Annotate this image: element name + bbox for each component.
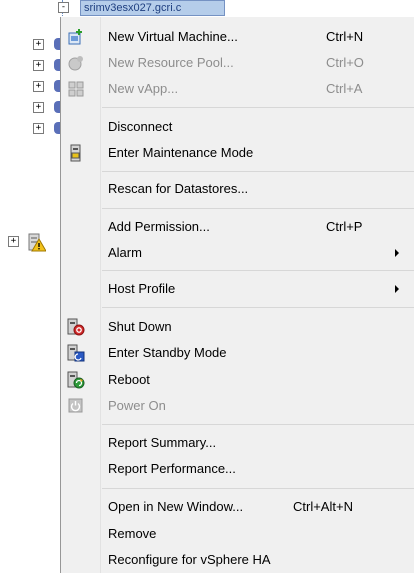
- menu-item-disconnect[interactable]: Disconnect: [61, 114, 414, 139]
- tree-expander-5[interactable]: +: [33, 123, 44, 134]
- menu-separator: [102, 270, 414, 271]
- menu-item-label: Power On: [108, 398, 166, 413]
- menu-item-label: Enter Maintenance Mode: [108, 145, 254, 160]
- submenu-arrow-icon: [395, 285, 399, 293]
- vapp-icon: [68, 81, 84, 97]
- menu-item-power-on[interactable]: Power On: [61, 393, 414, 418]
- context-menu: New Virtual Machine... Ctrl+N New Resour…: [60, 17, 414, 573]
- menu-item-label: Reconfigure for vSphere HA: [108, 552, 271, 567]
- tree-expander-4[interactable]: +: [33, 102, 44, 113]
- menu-item-enter-standby-mode[interactable]: Enter Standby Mode: [61, 340, 414, 365]
- host-warning-icon: [28, 233, 46, 252]
- menu-item-label: Add Permission...: [108, 219, 210, 234]
- menu-item-label: Shut Down: [108, 319, 172, 334]
- maintenance-icon: [70, 144, 81, 162]
- menu-item-report-summary[interactable]: Report Summary...: [61, 430, 414, 455]
- menu-separator: [102, 107, 414, 108]
- menu-item-shortcut: Ctrl+N: [326, 29, 364, 44]
- new-vm-icon: [68, 29, 82, 45]
- submenu-arrow-icon: [395, 249, 399, 257]
- menu-item-alarm[interactable]: Alarm: [61, 240, 414, 265]
- menu-item-label: Enter Standby Mode: [108, 345, 227, 360]
- tree-expander-2[interactable]: +: [33, 60, 44, 71]
- menu-item-label: Alarm: [108, 245, 142, 260]
- menu-item-shortcut: Ctrl+O: [326, 55, 364, 70]
- menu-item-label: Host Profile: [108, 281, 176, 296]
- menu-item-shut-down[interactable]: Shut Down: [61, 314, 414, 339]
- menu-item-remove[interactable]: Remove: [61, 521, 414, 546]
- menu-separator: [102, 488, 414, 489]
- tree-expander-root[interactable]: -: [58, 2, 69, 13]
- menu-item-label: New Resource Pool...: [108, 55, 234, 70]
- selected-host-label[interactable]: srimv3esx027.gcri.c: [80, 0, 225, 16]
- tree-expander-1[interactable]: +: [33, 39, 44, 50]
- menu-item-open-in-new-window[interactable]: Open in New Window... Ctrl+Alt+N: [61, 494, 414, 519]
- menu-item-shortcut: Ctrl+Alt+N: [293, 499, 353, 514]
- menu-item-new-vapp[interactable]: New vApp... Ctrl+A: [61, 76, 414, 101]
- menu-separator: [102, 307, 414, 308]
- tree-expander-host[interactable]: +: [8, 236, 19, 247]
- menu-separator: [102, 424, 414, 425]
- menu-item-label: New vApp...: [108, 81, 179, 96]
- menu-separator: [102, 208, 414, 209]
- menu-item-report-performance[interactable]: Report Performance...: [61, 456, 414, 481]
- menu-item-enter-maintenance-mode[interactable]: Enter Maintenance Mode: [61, 140, 414, 165]
- resource-pool-icon: [68, 56, 83, 71]
- menu-item-label: Disconnect: [108, 119, 173, 134]
- menu-item-label: Remove: [108, 526, 157, 541]
- menu-item-label: Rescan for Datastores...: [108, 181, 249, 196]
- menu-item-add-permission[interactable]: Add Permission... Ctrl+P: [61, 214, 414, 239]
- tree-expander-3[interactable]: +: [33, 81, 44, 92]
- menu-item-host-profile[interactable]: Host Profile: [61, 276, 414, 301]
- menu-item-reconfigure-vsphere-ha[interactable]: Reconfigure for vSphere HA: [61, 547, 414, 572]
- menu-item-new-resource-pool[interactable]: New Resource Pool... Ctrl+O: [61, 50, 414, 75]
- menu-item-new-virtual-machine[interactable]: New Virtual Machine... Ctrl+N: [61, 24, 414, 49]
- menu-item-label: Open in New Window...: [108, 499, 244, 514]
- menu-separator: [102, 171, 414, 172]
- menu-item-shortcut: Ctrl+P: [326, 219, 363, 234]
- shutdown-icon: [67, 318, 85, 336]
- standby-icon: [67, 344, 85, 362]
- menu-item-label: Report Summary...: [108, 435, 217, 450]
- menu-item-rescan-datastores[interactable]: Rescan for Datastores...: [61, 176, 414, 201]
- menu-item-label: Reboot: [108, 372, 150, 387]
- menu-item-shortcut: Ctrl+A: [326, 81, 363, 96]
- menu-item-reboot[interactable]: Reboot: [61, 367, 414, 392]
- power-on-icon: [68, 398, 83, 413]
- menu-item-label: Report Performance...: [108, 461, 236, 476]
- menu-item-label: New Virtual Machine...: [108, 29, 238, 44]
- reboot-icon: [67, 371, 85, 389]
